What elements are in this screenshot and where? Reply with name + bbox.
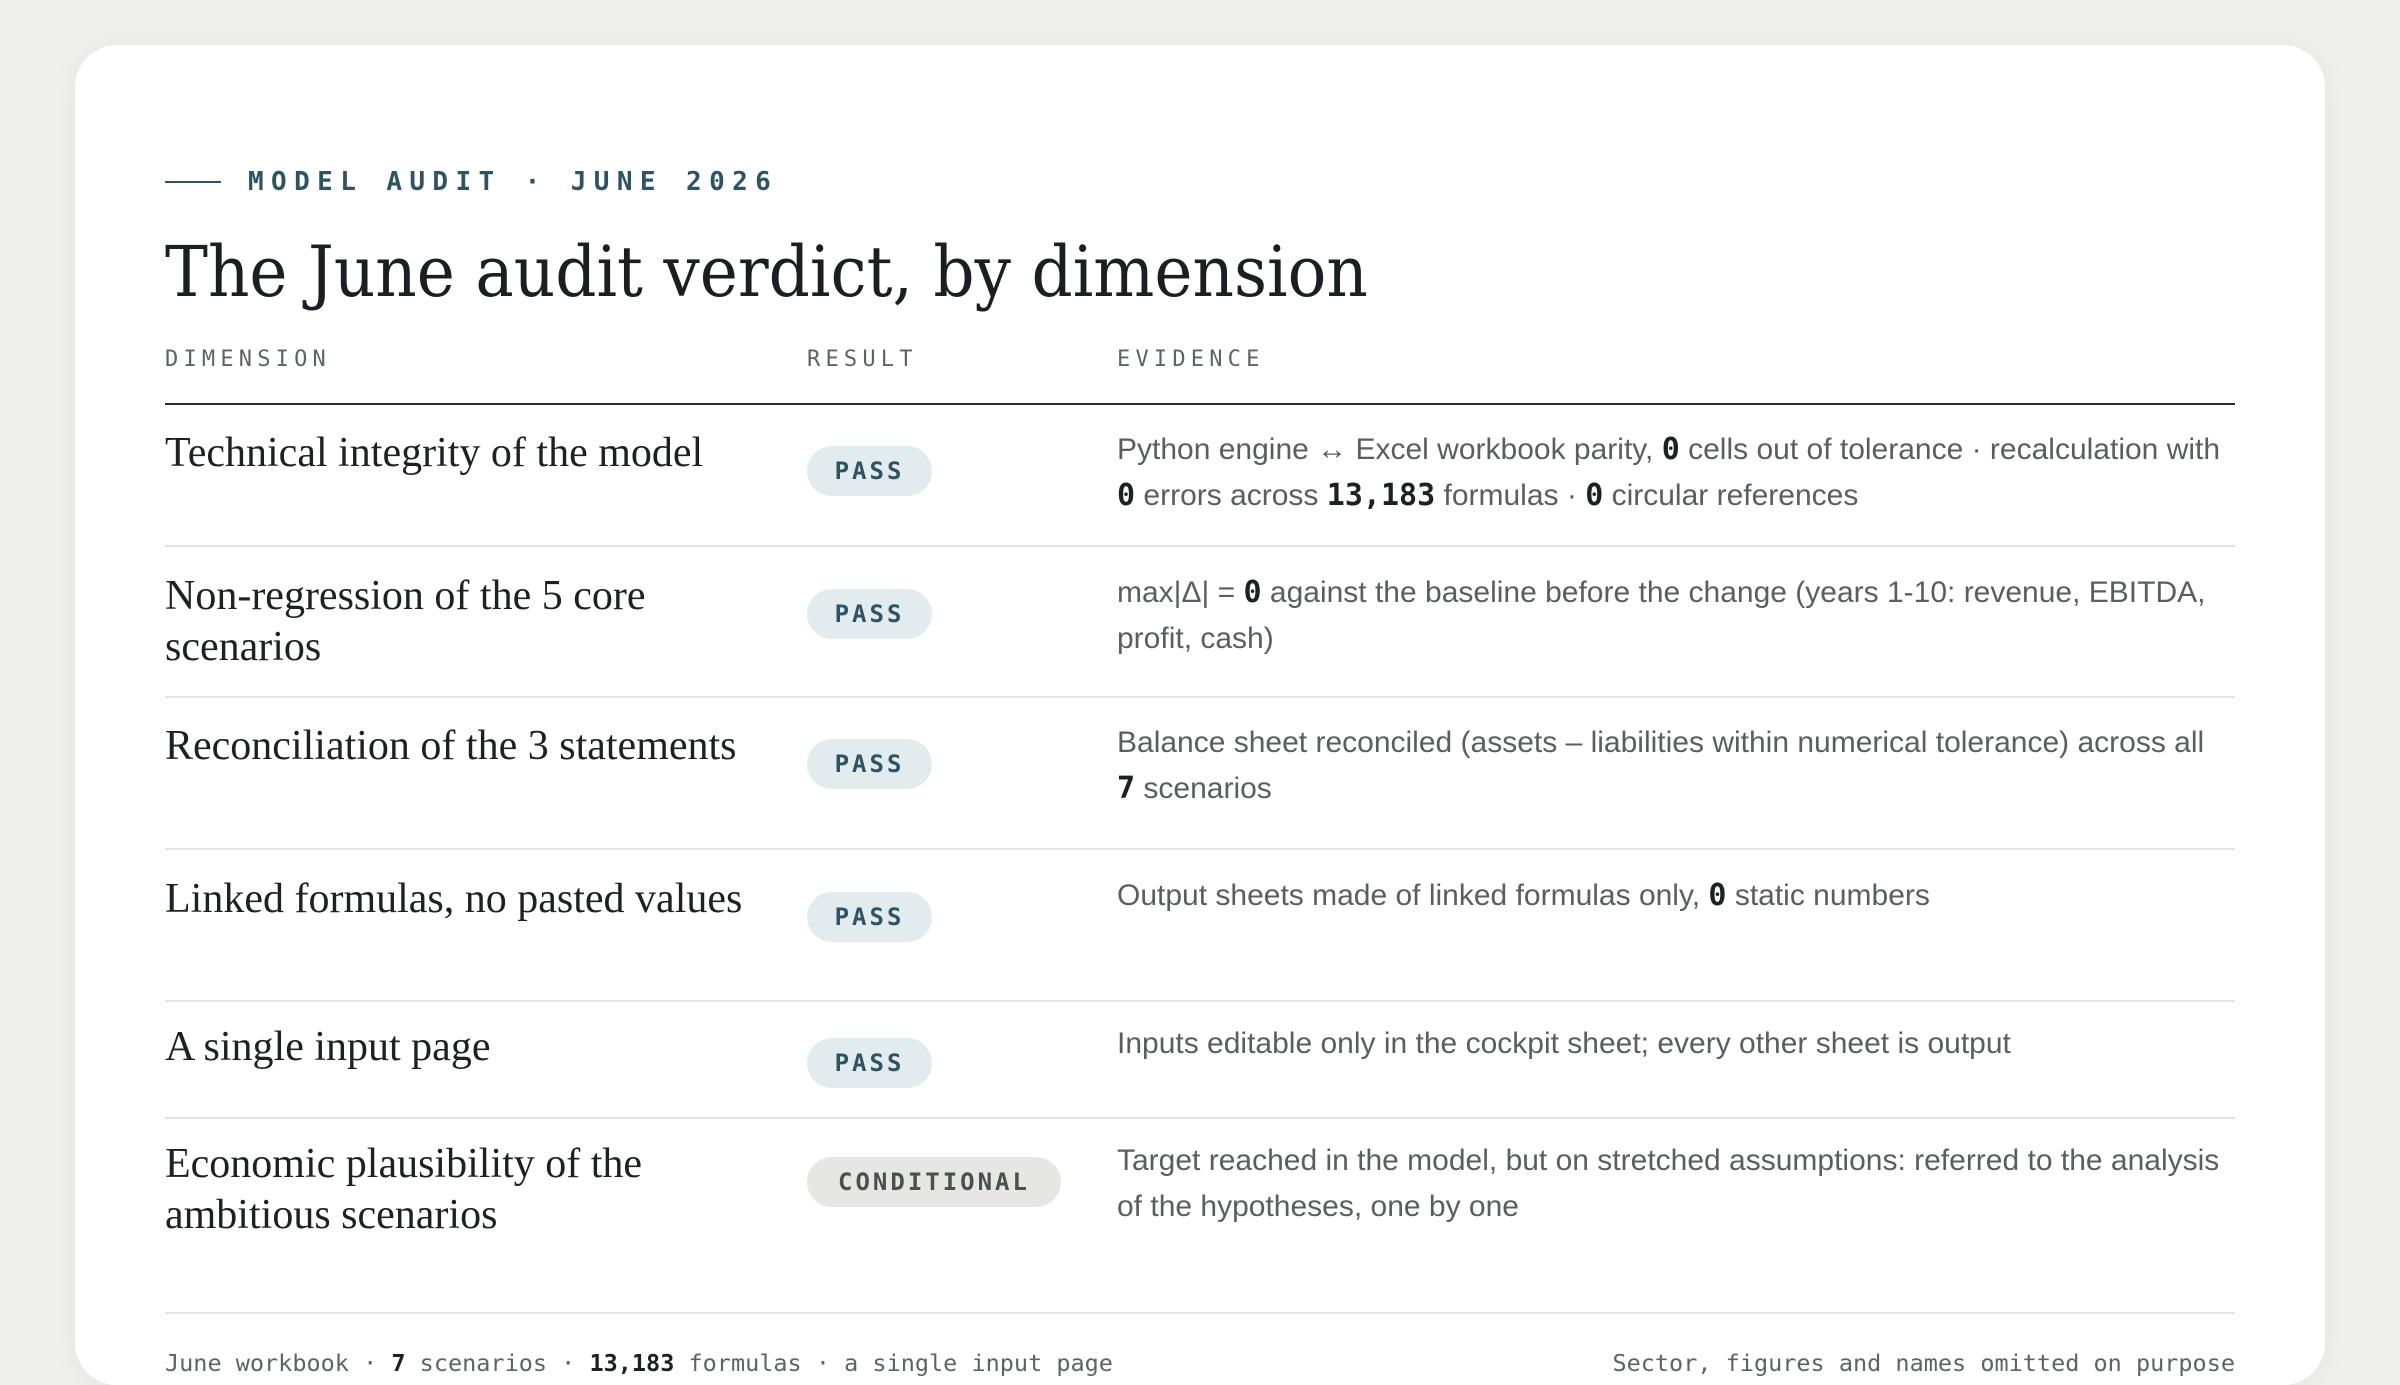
evidence-text: Target reached in the model, but on stre…	[1117, 1144, 2220, 1223]
column-header-result: RESULT	[807, 347, 918, 372]
table-row: Reconciliation of the 3 statements PASS …	[165, 698, 2235, 850]
table-row: A single input page PASS Inputs editable…	[165, 1002, 2235, 1119]
dimension-label: Linked formulas, no pasted values	[165, 876, 743, 922]
table-row: Non-regression of the 5 core scenarios P…	[165, 547, 2235, 698]
table-row: Linked formulas, no pasted values PASS O…	[165, 850, 2235, 1002]
result-badge-pass: PASS	[807, 1038, 932, 1088]
footer-summary: June workbook · 7 scenarios · 13,183 for…	[165, 1349, 1113, 1377]
dimension-label: Technical integrity of the model	[165, 430, 704, 476]
result-badge-pass: PASS	[807, 892, 932, 942]
evidence-text: Balance sheet reconciled (assets – liabi…	[1117, 726, 2205, 806]
evidence-text: max|Δ| = 0 against the baseline before t…	[1117, 575, 2206, 655]
eyebrow: MODEL AUDIT · JUNE 2026	[165, 137, 778, 227]
eyebrow-text: MODEL AUDIT · JUNE 2026	[248, 167, 779, 197]
evidence-text: Python engine ↔ Excel workbook parity, 0…	[1117, 432, 2221, 513]
result-badge-conditional: CONDITIONAL	[807, 1157, 1061, 1207]
result-badge-pass: PASS	[807, 446, 932, 496]
table-header: DIMENSION RESULT EVIDENCE	[165, 345, 2235, 405]
dimension-label: Reconciliation of the 3 statements	[165, 723, 737, 769]
dimension-label: Non-regression of the 5 core scenarios	[165, 573, 646, 670]
result-badge-pass: PASS	[807, 589, 932, 639]
evidence-text: Output sheets made of linked formulas on…	[1117, 878, 1930, 913]
eyebrow-rule	[165, 181, 221, 183]
footer: June workbook · 7 scenarios · 13,183 for…	[165, 1312, 2235, 1377]
page-title: The June audit verdict, by dimension	[165, 231, 1368, 313]
dimension-label: A single input page	[165, 1024, 491, 1070]
column-header-dimension: DIMENSION	[165, 347, 332, 372]
dimension-label: Economic plausibility of the ambitious s…	[165, 1141, 643, 1238]
footer-note: Sector, figures and names omitted on pur…	[1612, 1349, 2235, 1377]
table-row: Economic plausibility of the ambitious s…	[165, 1119, 2235, 1309]
audit-card: MODEL AUDIT · JUNE 2026 The June audit v…	[75, 45, 2325, 1385]
evidence-text: Inputs editable only in the cockpit shee…	[1117, 1027, 2011, 1060]
column-header-evidence: EVIDENCE	[1117, 347, 1265, 372]
result-badge-pass: PASS	[807, 739, 932, 789]
table-row: Technical integrity of the model PASS Py…	[165, 405, 2235, 547]
